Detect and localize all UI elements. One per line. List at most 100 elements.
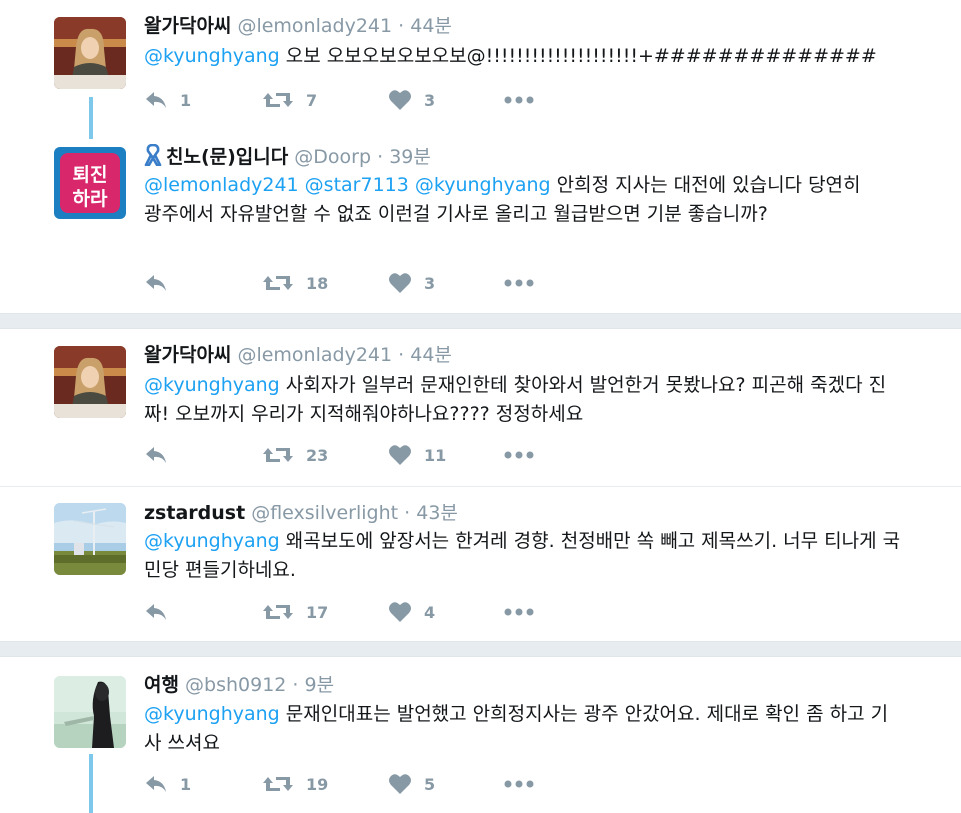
reply-button[interactable] xyxy=(144,443,180,467)
tweet-actions: 17 4 xyxy=(144,600,564,624)
like-count: 5 xyxy=(424,774,436,794)
tweet-feed: 왈가닥아씨 @lemonlady241 · 44분 @kyunghyang 오보… xyxy=(0,0,961,813)
tweet-text: @kyunghyang 문재인대표는 발언했고 안희정지사는 광주 안갔어요. … xyxy=(144,700,904,758)
timestamp[interactable]: 44분 xyxy=(410,344,452,366)
retweet-icon xyxy=(263,93,293,107)
retweet-count: 18 xyxy=(306,273,329,293)
tweet-body: 오보 오보오보오보오보@!!!!!!!!!!!!!!!!!!!!+#######… xyxy=(279,45,877,67)
retweet-count: 7 xyxy=(306,90,318,110)
tweet[interactable]: 퇴진 하라 친노(문)입니다 @Doorp · 39분 @lemonlady24… xyxy=(0,125,961,313)
avatar[interactable] xyxy=(54,503,126,575)
separator-dot: · xyxy=(292,674,299,696)
retweet-button[interactable]: 23 xyxy=(262,443,328,467)
retweet-icon xyxy=(263,448,293,462)
like-button[interactable]: 5 xyxy=(388,772,435,796)
tweet[interactable]: 왈가닥아씨 @lemonlady241 · 44분 @kyunghyang 오보… xyxy=(0,0,961,125)
like-button[interactable]: 3 xyxy=(388,271,435,295)
retweet-count: 17 xyxy=(306,602,329,622)
like-icon xyxy=(389,774,411,794)
retweet-button[interactable]: 17 xyxy=(262,600,328,624)
reply-icon xyxy=(146,447,166,463)
reply-icon xyxy=(146,776,166,792)
tweet-text: @kyunghyang 오보 오보오보오보오보@!!!!!!!!!!!!!!!!… xyxy=(144,42,904,71)
avatar[interactable] xyxy=(54,17,126,89)
timestamp[interactable]: 43분 xyxy=(416,502,458,524)
more-button[interactable] xyxy=(504,443,534,467)
more-button[interactable] xyxy=(504,772,534,796)
tweet[interactable]: zstardust @flexsilverlight · 43분 @kyungh… xyxy=(0,487,961,641)
mention-link[interactable]: @kyunghyang xyxy=(144,45,280,67)
reply-icon xyxy=(146,92,166,108)
mention-link[interactable]: @kyunghyang xyxy=(144,703,280,725)
like-icon xyxy=(389,273,411,293)
more-button[interactable] xyxy=(504,600,534,624)
mention-link[interactable]: @lemonlady241 @star7113 @kyunghyang xyxy=(144,174,551,196)
reply-button[interactable]: 1 xyxy=(144,772,191,796)
like-icon xyxy=(389,602,411,622)
separator-dot: · xyxy=(404,502,411,524)
display-name[interactable]: 왈가닥아씨 xyxy=(144,15,231,37)
retweet-button[interactable]: 7 xyxy=(262,88,317,112)
avatar[interactable] xyxy=(54,676,126,748)
display-name[interactable]: 여행 xyxy=(144,674,179,696)
avatar[interactable] xyxy=(54,346,126,418)
separator-dot: · xyxy=(398,344,405,366)
user-handle[interactable]: @bsh0912 xyxy=(185,674,286,696)
more-icon xyxy=(504,96,534,104)
retweet-button[interactable]: 18 xyxy=(262,271,328,295)
like-icon xyxy=(389,445,411,465)
reply-icon xyxy=(146,275,166,291)
avatar-text-bottom: 하라 xyxy=(73,188,108,210)
tweet-text: @lemonlady241 @star7113 @kyunghyang 안희정 … xyxy=(144,171,884,229)
more-button[interactable] xyxy=(504,271,534,295)
reply-button[interactable] xyxy=(144,271,180,295)
timestamp[interactable]: 39분 xyxy=(389,146,431,168)
more-icon xyxy=(504,451,534,459)
reply-button[interactable]: 1 xyxy=(144,88,191,112)
like-button[interactable]: 11 xyxy=(388,443,446,467)
like-button[interactable]: 3 xyxy=(388,88,435,112)
timestamp[interactable]: 9분 xyxy=(305,674,335,696)
display-name[interactable]: zstardust xyxy=(144,502,245,524)
tweet-header: 친노(문)입니다 @Doorp · 39분 xyxy=(144,144,431,169)
reply-count: 1 xyxy=(180,774,192,794)
tweet-header: 왈가닥아씨 @lemonlady241 · 44분 xyxy=(144,343,452,367)
mention-link[interactable]: @kyunghyang xyxy=(144,374,280,396)
user-handle[interactable]: @lemonlady241 xyxy=(237,15,392,37)
more-icon xyxy=(504,780,534,788)
tweet-header: 여행 @bsh0912 · 9분 xyxy=(144,673,334,697)
tweet-actions: 1 19 5 xyxy=(144,772,564,796)
user-handle[interactable]: @lemonlady241 xyxy=(237,344,392,366)
tweet-actions: 1 7 3 xyxy=(144,88,564,112)
like-button[interactable]: 4 xyxy=(388,600,435,624)
timestamp[interactable]: 44분 xyxy=(410,15,452,37)
tweet[interactable]: 왈가닥아씨 @lemonlady241 · 44분 @kyunghyang 사회… xyxy=(0,329,961,486)
user-handle[interactable]: @flexsilverlight xyxy=(251,502,398,524)
tweet[interactable]: 여행 @bsh0912 · 9분 @kyunghyang 문재인대표는 발언했고… xyxy=(0,657,961,813)
conversation-separator xyxy=(0,641,961,657)
reply-icon xyxy=(146,604,166,620)
display-name[interactable]: 왈가닥아씨 xyxy=(144,344,231,366)
mention-link[interactable]: @kyunghyang xyxy=(144,530,280,552)
avatar[interactable]: 퇴진 하라 xyxy=(54,147,126,219)
user-handle[interactable]: @Doorp xyxy=(294,146,371,168)
display-name[interactable]: 친노(문)입니다 xyxy=(166,146,288,168)
tweet-header: 왈가닥아씨 @lemonlady241 · 44분 xyxy=(144,14,452,38)
more-icon xyxy=(504,608,534,616)
separator-dot: · xyxy=(398,15,405,37)
separator-dot: · xyxy=(377,146,384,168)
more-button[interactable] xyxy=(504,88,534,112)
like-count: 4 xyxy=(424,602,436,622)
reply-button[interactable] xyxy=(144,600,180,624)
conversation-separator xyxy=(0,313,961,329)
retweet-count: 19 xyxy=(306,774,329,794)
retweet-icon xyxy=(263,276,293,290)
retweet-icon xyxy=(263,777,293,791)
tweet-text: @kyunghyang 사회자가 일부러 문재인한테 찾아와서 발언한거 못봤나… xyxy=(144,371,904,429)
retweet-count: 23 xyxy=(306,445,329,465)
retweet-button[interactable]: 19 xyxy=(262,772,328,796)
thread-connector xyxy=(89,754,93,813)
like-count: 3 xyxy=(424,273,436,293)
tweet-actions: 18 3 xyxy=(144,271,564,295)
retweet-icon xyxy=(263,605,293,619)
